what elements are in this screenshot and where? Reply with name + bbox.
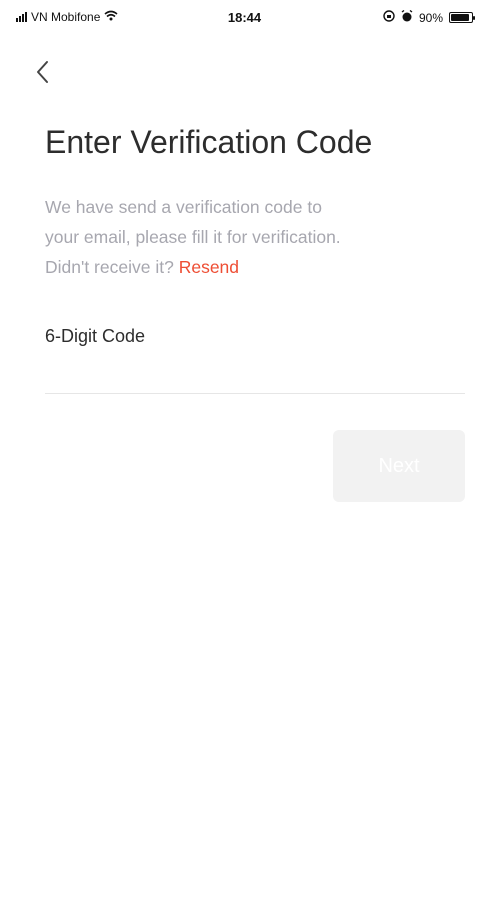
orientation-lock-icon — [383, 10, 395, 25]
resend-link[interactable]: Resend — [179, 257, 239, 277]
description-line-2: your email, please fill it for verificat… — [45, 227, 341, 247]
battery-percent: 90% — [418, 10, 443, 25]
code-field-label: 6-Digit Code — [45, 326, 146, 346]
description-line-1: We have send a verification code to — [45, 197, 322, 217]
alarm-icon — [401, 9, 413, 25]
page-title: Enter Verification Code — [45, 124, 373, 160]
next-button[interactable]: Next — [333, 430, 465, 502]
code-input[interactable] — [45, 352, 465, 390]
verification-description: We have send a verification code to your… — [45, 192, 445, 282]
status-right: 90% — [383, 9, 475, 25]
resend-prompt: Didn't receive it? — [45, 257, 174, 277]
status-bar: VN Mobifone 18:44 90% — [0, 0, 489, 36]
battery-icon — [449, 12, 475, 23]
battery-fill — [451, 14, 469, 21]
code-field-underline — [45, 393, 465, 394]
chevron-left-icon — [37, 61, 48, 83]
back-button[interactable] — [28, 54, 60, 90]
description-line-3: Didn't receive it? Resend — [45, 252, 445, 282]
